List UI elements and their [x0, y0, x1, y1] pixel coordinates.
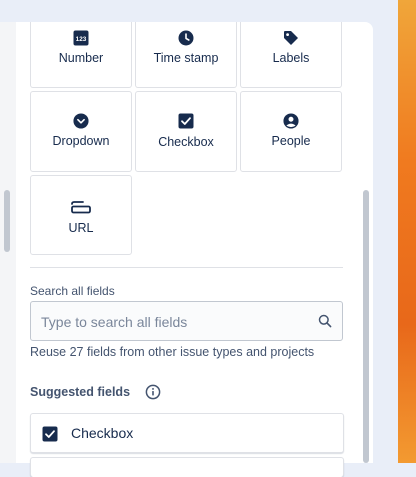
field-type-label: Labels	[272, 51, 310, 65]
search-fields-input[interactable]	[39, 311, 313, 333]
tag-icon	[283, 30, 299, 46]
field-picker-panel: 123 Number Time stamp Labels Dropdown Ch…	[0, 22, 373, 477]
suggested-field-checkbox[interactable]: Checkbox	[30, 413, 344, 453]
search-fields-label: Search all fields	[30, 284, 115, 298]
number-icon-text: 123	[76, 36, 87, 43]
field-type-time-stamp[interactable]: Time stamp	[135, 22, 237, 88]
search-fields-box[interactable]	[30, 301, 343, 341]
field-type-dropdown[interactable]: Dropdown	[30, 91, 132, 172]
number-icon: 123	[73, 30, 89, 46]
person-circle-icon	[283, 113, 299, 129]
field-type-label: URL	[68, 221, 94, 235]
chevron-down-circle-icon	[73, 113, 89, 129]
field-type-labels[interactable]: Labels	[240, 22, 342, 88]
field-type-label: Number	[58, 51, 104, 65]
field-type-checkbox[interactable]: Checkbox	[135, 91, 237, 172]
field-type-label: Dropdown	[52, 134, 110, 148]
left-scrollbar[interactable]	[4, 190, 10, 252]
checkbox-icon	[178, 113, 194, 129]
section-divider	[30, 267, 343, 268]
info-icon[interactable]	[145, 384, 161, 405]
suggested-field-label: Checkbox	[71, 425, 134, 441]
window-top-bar	[0, 0, 400, 22]
search-icon[interactable]	[318, 314, 332, 333]
reuse-fields-helper: Reuse 27 fields from other issue types a…	[30, 345, 315, 359]
panel-scrollbar[interactable]	[363, 190, 369, 463]
checkbox-icon	[42, 426, 58, 447]
suggested-field-next[interactable]	[30, 457, 344, 477]
field-type-people[interactable]: People	[240, 91, 342, 172]
field-type-url[interactable]: URL	[30, 175, 132, 255]
desktop-background-strip	[398, 0, 416, 463]
field-type-label: Checkbox	[158, 135, 214, 149]
suggested-fields-heading: Suggested fields	[30, 385, 131, 399]
link-icon	[70, 199, 92, 215]
field-type-label: Time stamp	[153, 51, 219, 65]
field-type-label: People	[271, 134, 311, 148]
field-type-number[interactable]: 123 Number	[30, 22, 132, 88]
clock-icon	[178, 30, 194, 46]
